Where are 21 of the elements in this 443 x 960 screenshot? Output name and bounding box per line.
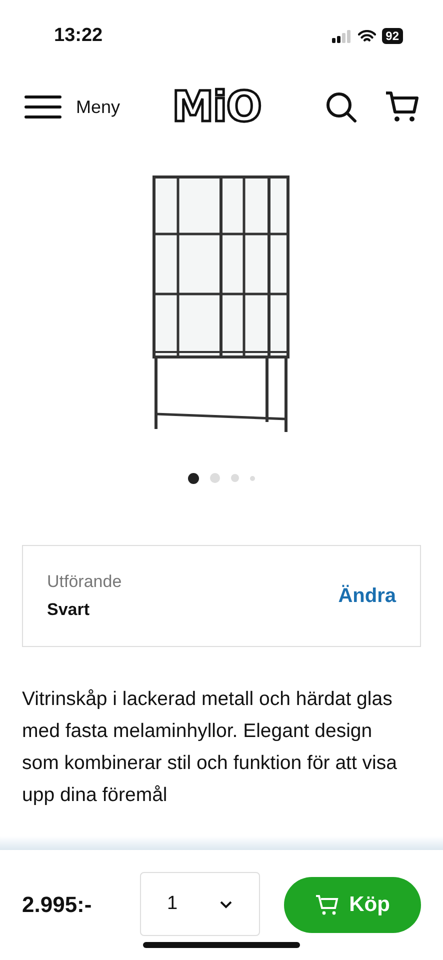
cart-icon: [315, 894, 340, 916]
product-description: Vitrinskåp i lackerad metall och härdat glas med fasta melaminhyllor. Elegant design som kombinerar stil och funktion för att visa upp dina föremål: [22, 687, 398, 808]
chevron-down-icon: [219, 900, 233, 908]
logo[interactable]: MiO: [172, 84, 261, 130]
menu-icon: [24, 94, 62, 120]
variant-label: Utförande: [47, 572, 122, 592]
signal-icon: [332, 30, 352, 42]
variant-value: Svart: [47, 600, 91, 620]
price: 2.995:-: [22, 892, 93, 918]
carousel-dot[interactable]: [231, 474, 239, 482]
battery-level: 92: [382, 28, 403, 44]
change-link[interactable]: Ändra: [338, 584, 396, 608]
quantity-select[interactable]: 1: [140, 872, 260, 936]
search-icon[interactable]: [325, 91, 357, 123]
wifi-icon: [358, 30, 376, 42]
menu-button[interactable]: Meny: [24, 94, 120, 120]
cart-icon[interactable]: [385, 90, 419, 124]
carousel-dot[interactable]: [250, 476, 255, 480]
status-time: 13:22: [54, 25, 103, 47]
carousel-dot[interactable]: [210, 473, 220, 483]
carousel-dot[interactable]: [188, 472, 199, 484]
